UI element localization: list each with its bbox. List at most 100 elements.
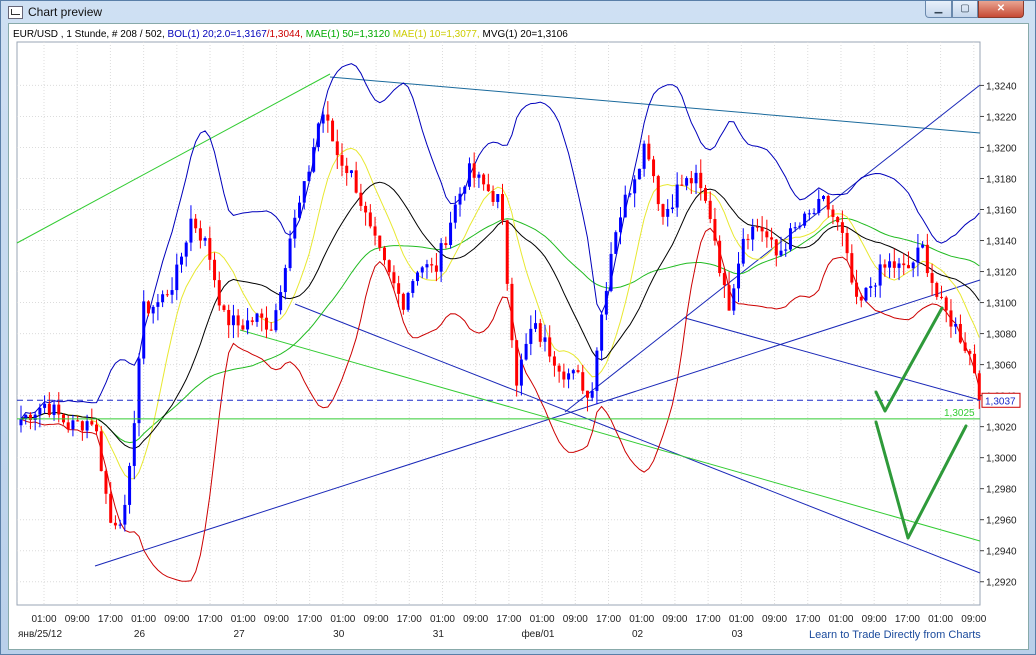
candle-body [722, 273, 726, 286]
candle-body [600, 314, 604, 351]
candle-body [170, 290, 174, 295]
y-tick-label: 1,3140 [986, 237, 1017, 248]
y-tick-label: 1,3200 [986, 143, 1017, 154]
candle-body [968, 350, 972, 354]
candle-body [453, 204, 457, 223]
support-label: 1,3025 [944, 408, 975, 419]
candle-body [637, 168, 641, 180]
candle-body [807, 213, 811, 215]
x-tick-label: 01:00 [231, 614, 256, 625]
candle-body [680, 184, 684, 186]
x-tick-label: 09:00 [862, 614, 887, 625]
candle-body [397, 283, 401, 294]
candle-body [925, 244, 929, 274]
candle-body [458, 193, 462, 205]
trend-lines [16, 73, 981, 574]
candle-body [793, 227, 797, 229]
candle-body [472, 163, 476, 178]
grid [16, 41, 981, 606]
header-segment: MAE(1) 10=1,3077, [390, 29, 483, 40]
candle-body [85, 421, 89, 431]
candle-body [142, 301, 146, 359]
y-tick-label: 1,2920 [986, 578, 1017, 589]
x-tick-label: 01:00 [131, 614, 156, 625]
header-segment: EUR/USD , 1 Stunde, # 208 / 502, [13, 29, 168, 40]
candle-body [113, 522, 117, 526]
candle-body [609, 253, 613, 291]
candle-body [581, 372, 585, 391]
trend-line [16, 73, 331, 244]
date-label: 30 [333, 629, 345, 640]
candle-body [66, 422, 70, 430]
candle-body [57, 404, 61, 415]
candle-body [873, 285, 877, 287]
bollinger-upper-band [20, 63, 980, 420]
candle-body [76, 420, 80, 422]
candle-body [189, 218, 193, 243]
candle-body [595, 350, 599, 391]
candle-body [963, 342, 967, 351]
candle-body [670, 207, 674, 209]
candle-body [977, 373, 981, 401]
x-tick-label: 17:00 [397, 614, 422, 625]
candle-body [585, 390, 589, 398]
candle-body [132, 423, 136, 466]
x-tick-label: 01:00 [430, 614, 455, 625]
candle-body [774, 239, 778, 256]
candle-body [434, 265, 438, 272]
x-tick-label: 09:00 [65, 614, 90, 625]
candle-body [43, 403, 47, 408]
candle-body [779, 250, 783, 256]
candle-body [911, 262, 915, 269]
y-tick-label: 1,3160 [986, 206, 1017, 217]
candle-body [826, 195, 830, 210]
candle-body [524, 343, 528, 360]
candle-body [203, 238, 207, 241]
candle-body [401, 293, 405, 310]
x-tick-label: 09:00 [364, 614, 389, 625]
x-tick-label: 17:00 [98, 614, 123, 625]
candle-body [623, 194, 627, 218]
candle-body [656, 176, 660, 205]
candle-body [430, 264, 434, 266]
candle-body [109, 493, 113, 523]
candle-body [368, 212, 372, 227]
candle-body [576, 370, 580, 373]
candle-body [463, 186, 467, 194]
candle-body [274, 310, 278, 331]
candle-body [510, 283, 514, 341]
candle-body [788, 228, 792, 250]
candle-body [831, 209, 835, 217]
header-segment: /1,3044, [267, 29, 306, 40]
candle-body [859, 296, 863, 301]
candle-body [798, 225, 802, 228]
candle-body [619, 217, 623, 233]
candle-body [864, 287, 868, 301]
candle-body [246, 320, 250, 330]
candle-body [878, 264, 882, 286]
learn-to-trade-link[interactable]: Learn to Trade Directly from Charts [809, 629, 981, 641]
header-segment: MAE(1) 50=1,3120 [306, 29, 391, 40]
candle-body [19, 419, 23, 426]
candle-body [906, 265, 910, 269]
candle-body [316, 123, 320, 148]
candle-body [302, 181, 306, 203]
candle-body [198, 228, 202, 241]
x-tick-label: 17:00 [596, 614, 621, 625]
y-tick-label: 1,3240 [986, 81, 1017, 92]
candle-body [378, 235, 382, 248]
y-tick-label: 1,2940 [986, 547, 1017, 558]
candle-body [364, 205, 368, 213]
candle-body [298, 202, 302, 218]
trend-line [329, 76, 981, 134]
indicators [20, 63, 980, 582]
candle-body [425, 264, 429, 268]
x-tick-label: 09:00 [563, 614, 588, 625]
annotations: 1,3037 1,3025 [17, 306, 1021, 540]
price-chart[interactable]: EUR/USD , 1 Stunde, # 208 / 502, BOL(1) … [0, 0, 1036, 655]
x-tick-label: 17:00 [696, 614, 721, 625]
candle-body [604, 290, 608, 315]
x-tick-label: 01:00 [828, 614, 853, 625]
candle-body [340, 155, 344, 166]
date-label: 27 [234, 629, 246, 640]
